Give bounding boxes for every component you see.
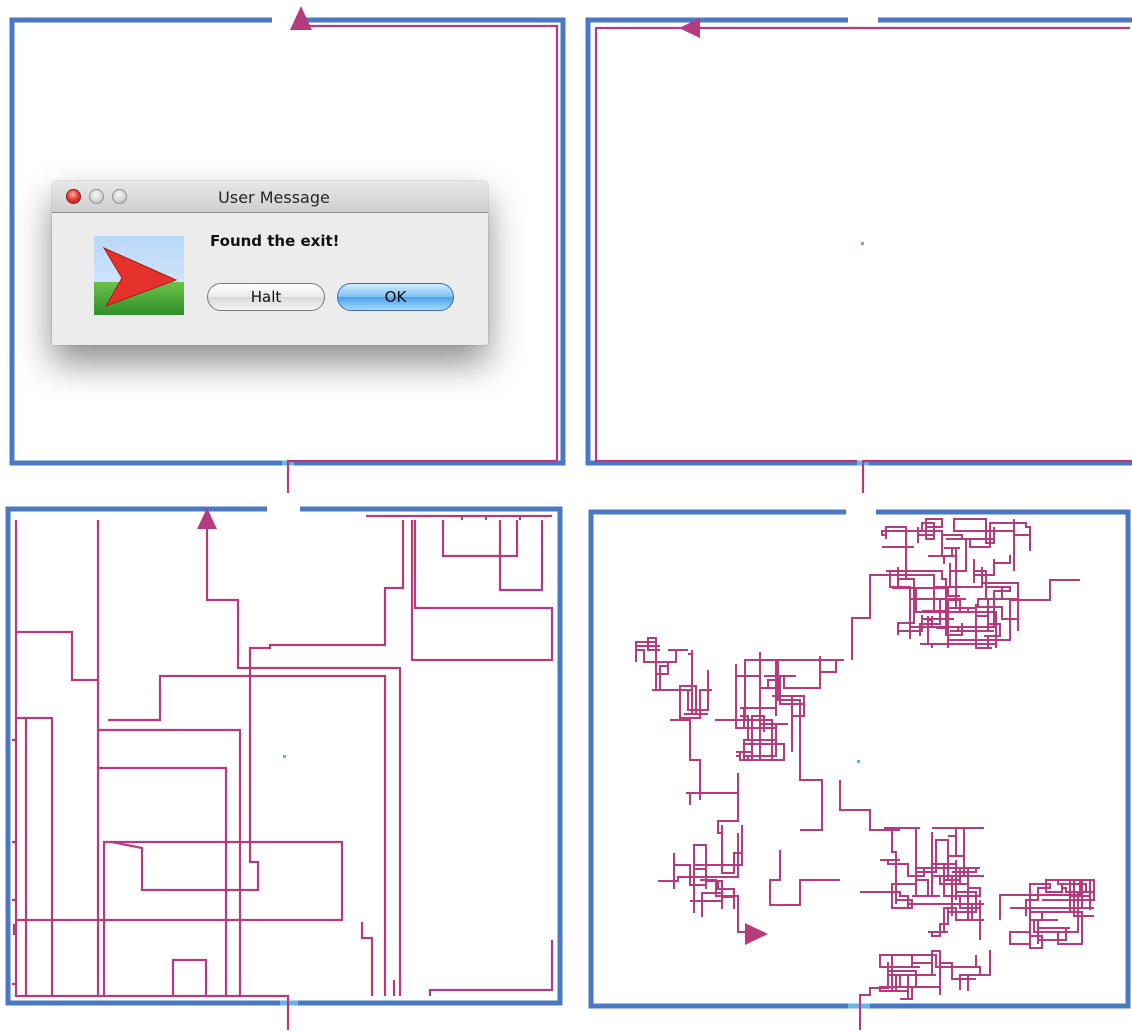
dialog-message: Found the exit!	[210, 232, 340, 250]
maze-path-segment	[441, 520, 519, 558]
maze-path-segment	[428, 940, 554, 996]
maze-path-segment	[735, 652, 844, 761]
maze-wall-panel-2	[585, 17, 1132, 466]
arrowhead-icon	[745, 923, 768, 945]
maze-panel-4	[588, 509, 1131, 1030]
maze-panel-2	[585, 17, 1132, 493]
maze-path-segment	[769, 850, 840, 906]
dialog-title: User Message	[218, 188, 330, 207]
red-arrow-app-icon	[94, 236, 184, 315]
maze-path-segment	[839, 780, 900, 831]
user-message-dialog: User Message Found the exit! Halt OK	[52, 181, 488, 345]
maze-path-segment	[16, 716, 54, 996]
maze-path-segment	[171, 958, 208, 996]
maze-path-segment	[96, 730, 228, 996]
maze-path-segment	[860, 827, 984, 940]
maze-panel-3	[5, 506, 563, 1030]
maze-path-segment	[859, 962, 889, 1030]
maze-panels	[5, 6, 1132, 1030]
center-dot-panel-4	[857, 760, 860, 763]
maze-path-segment	[108, 674, 387, 996]
maze-path-segment	[670, 719, 701, 800]
maze-path-segment	[360, 922, 374, 996]
ok-button[interactable]: OK	[337, 283, 454, 311]
center-dot-panel-3	[283, 755, 286, 758]
maze-path-segment	[111, 520, 405, 892]
maze-path-segment	[14, 520, 290, 1030]
maze-path-segment	[205, 520, 402, 996]
maze-path-segment	[96, 680, 242, 996]
maze-path-segment	[16, 840, 344, 996]
maze-path-segment	[1009, 879, 1095, 949]
dialog-titlebar[interactable]: User Message	[52, 181, 488, 213]
maze-path-panel-4	[635, 518, 1095, 1030]
maze-stage: User Message Found the exit! Halt OK	[0, 0, 1132, 1034]
halt-button[interactable]: Halt	[207, 283, 325, 311]
maze-path-panel-2	[594, 26, 1132, 493]
maze-path-segment	[16, 520, 100, 682]
center-dot-panel-2	[861, 242, 864, 245]
maze-path-segment	[635, 637, 712, 719]
maze-path-panel-3	[12, 514, 554, 1030]
